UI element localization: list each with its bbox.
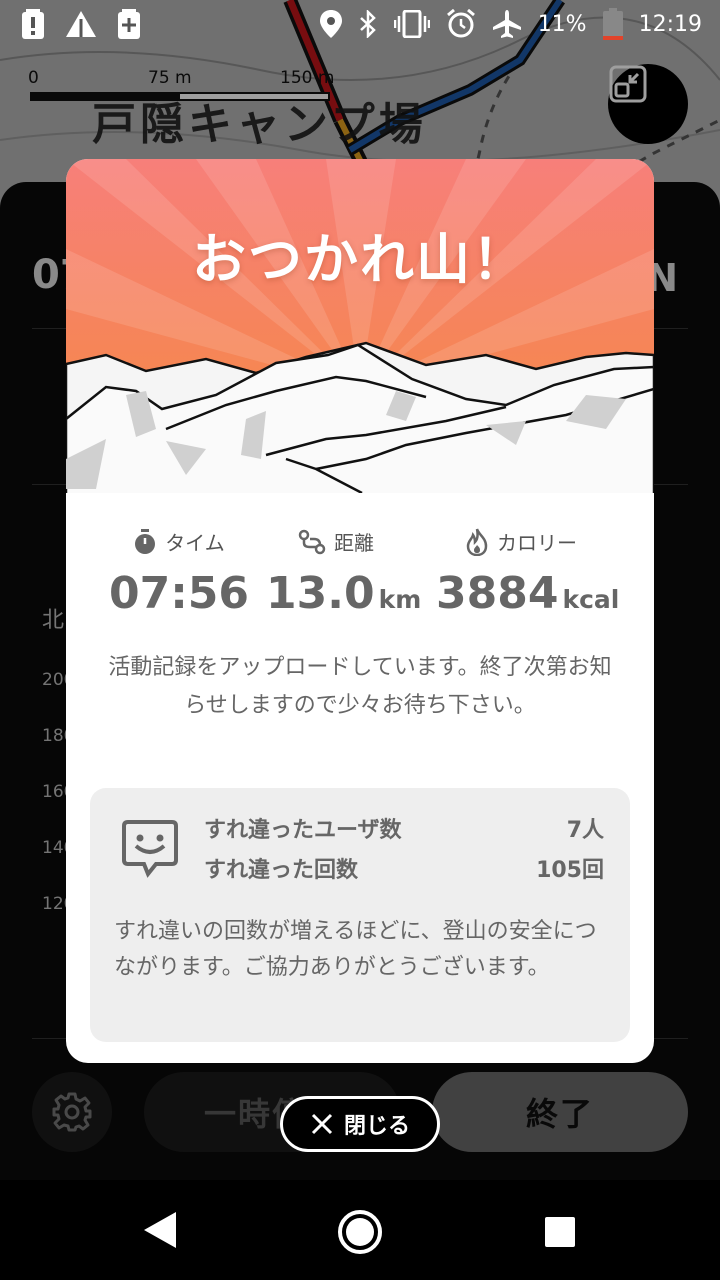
airplane-mode-icon	[492, 10, 521, 38]
bluetooth-icon	[359, 10, 376, 38]
stat-time-value: 07:56	[108, 568, 250, 619]
passing-users-row: すれ違ったユーザ数 7人	[204, 812, 604, 844]
activity-stats: タイム 07:56 距離 13.0 km カロリー 3884 kcal	[66, 527, 654, 627]
passing-users-value: 7人	[566, 818, 604, 843]
route-icon	[298, 529, 326, 554]
close-icon	[311, 1113, 333, 1135]
back-icon[interactable]	[140, 1210, 180, 1250]
upload-message: 活動記録をアップロードしています。終了次第お知らせしますので少々お待ち下さい。	[108, 655, 612, 718]
dialog-title: おつかれ山！	[192, 228, 528, 291]
stat-calories-label: カロリー	[497, 531, 577, 555]
flame-icon	[466, 528, 488, 556]
passing-note: すれ違いの回数が増えるほどに、登山の安全につながります。ご協力ありがとうございま…	[114, 919, 597, 980]
passing-users-label: すれ違ったユーザ数	[204, 818, 402, 843]
recents-icon[interactable]	[544, 1216, 576, 1248]
clock: 12:19	[638, 11, 702, 37]
alarm-icon	[446, 9, 475, 38]
passing-info-box: すれ違ったユーザ数 7人 すれ違った回数 105回 すれ違いの回数が増えるほどに…	[90, 788, 630, 1042]
stat-time-label: タイム	[165, 531, 225, 555]
system-nav-bar	[0, 1180, 720, 1280]
vibrate-icon	[393, 10, 430, 38]
battery-icon	[602, 8, 623, 40]
passing-count-row: すれ違った回数 105回	[204, 852, 604, 884]
home-icon[interactable]	[336, 1208, 384, 1256]
mountain-sunburst-illustration	[66, 159, 654, 501]
stat-time: タイム 07:56	[104, 527, 254, 619]
passing-count-value: 105回	[536, 858, 604, 883]
completion-dialog: おつかれ山！ タイム 07:56 距離 13.0 km カロリー 3884 kc…	[66, 159, 654, 1063]
battery-charging-icon	[118, 9, 140, 39]
stat-calories-unit: kcal	[562, 585, 620, 614]
stat-calories: カロリー 3884 kcal	[436, 527, 619, 619]
status-bar: 11% 12:19	[0, 0, 720, 48]
close-dialog-button[interactable]: 閉じる	[280, 1096, 440, 1152]
location-icon	[319, 10, 342, 38]
passing-count-label: すれ違った回数	[204, 858, 359, 883]
stat-distance-unit: km	[378, 585, 422, 614]
battery-percent: 11%	[537, 11, 587, 37]
camping-icon	[66, 11, 96, 37]
stat-calories-value: 3884	[436, 568, 559, 619]
stat-distance-value: 13.0	[266, 568, 375, 619]
passing-face-icon	[122, 820, 178, 878]
stopwatch-icon	[135, 528, 156, 554]
battery-alert-icon	[22, 9, 44, 39]
close-dialog-label: 閉じる	[343, 1114, 410, 1139]
stat-distance: 距離 13.0 km	[266, 527, 421, 619]
screen: { "status_bar": { "battery_percent": "11…	[0, 0, 720, 1280]
dialog-hero: おつかれ山！	[66, 159, 654, 501]
stat-distance-label: 距離	[334, 531, 374, 555]
